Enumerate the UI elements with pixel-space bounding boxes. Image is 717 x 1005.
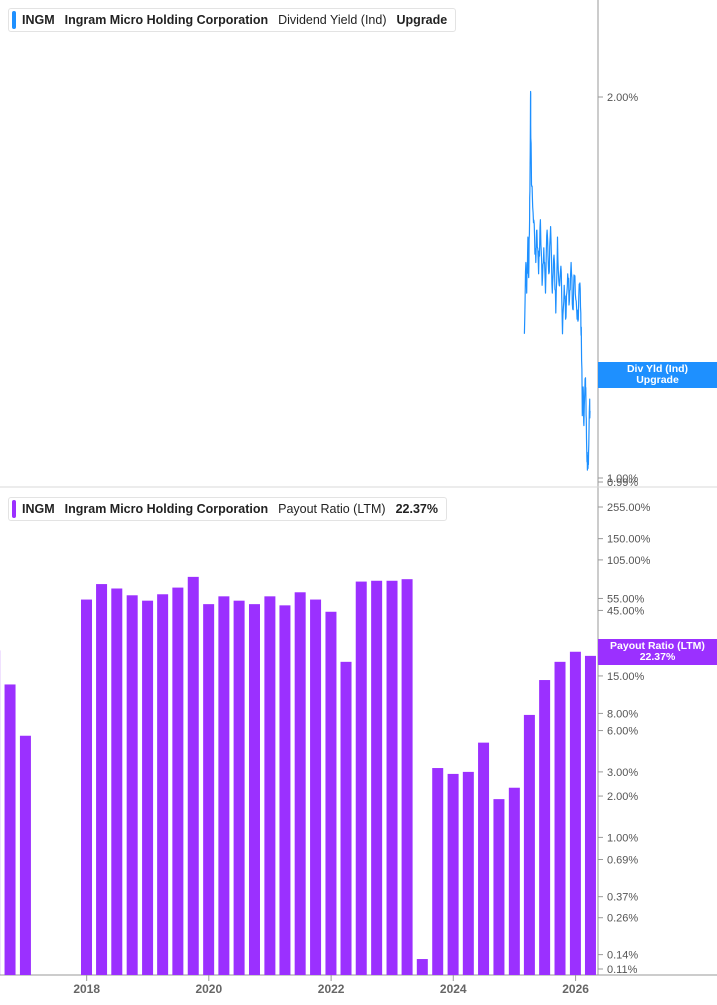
legend-metric: Payout Ratio (LTM) (278, 502, 386, 516)
y-tick-label: 6.00% (607, 726, 638, 738)
y-tick-label: 45.00% (607, 605, 645, 617)
payout-series-swatch (12, 500, 16, 518)
flag-value: 22.37% (639, 651, 676, 663)
x-tick-label: 2018 (73, 982, 100, 996)
y-tick-label: 0.99% (607, 477, 638, 489)
payout-bar (218, 596, 230, 975)
y-tick-label: 0.11% (607, 964, 638, 976)
y-tick-label: 55.00% (607, 593, 645, 605)
payout-bar (111, 588, 123, 975)
payout-bar (371, 580, 383, 975)
y-tick-label: 2.00% (607, 791, 638, 803)
legend-company: Ingram Micro Holding Corporation (64, 502, 269, 516)
y-tick-label: 0.26% (607, 913, 638, 925)
payout-bar (355, 581, 367, 975)
payout-bar (96, 584, 108, 975)
y-tick-label: 2.00% (607, 92, 638, 104)
y-tick-label: 105.00% (607, 555, 651, 567)
payout-bar (203, 604, 215, 975)
bottom-legend: INGM Ingram Micro Holding Corporation Pa… (8, 497, 447, 521)
flag-value: Upgrade (636, 374, 679, 386)
legend-symbol: INGM (22, 502, 55, 516)
payout-bar (462, 771, 474, 975)
y-tick-label: 150.00% (607, 534, 651, 546)
x-tick-label: 2026 (562, 982, 589, 996)
payout-bar (248, 604, 260, 975)
payout-bar (508, 787, 520, 975)
payout-bar (19, 735, 31, 975)
payout-bar (416, 959, 428, 975)
payout-bar (539, 680, 551, 975)
y-tick-label: 3.00% (607, 767, 638, 779)
y-tick-label: 0.69% (607, 855, 638, 867)
payout-bar (584, 655, 596, 975)
top-legend: INGM Ingram Micro Holding Corporation Di… (8, 8, 457, 32)
payout-bar (187, 576, 199, 975)
y-tick-label: 15.00% (607, 671, 645, 683)
y-tick-label: 0.37% (607, 892, 638, 904)
upgrade-link[interactable]: Upgrade (397, 13, 448, 27)
payout-bar (386, 580, 398, 975)
payout-bar (81, 599, 93, 975)
payout-bar (432, 768, 444, 975)
payout-bar (172, 587, 184, 975)
payout-bar (447, 773, 459, 975)
payout-bar (569, 651, 581, 975)
x-tick-label: 2024 (440, 982, 467, 996)
y-tick-label: 255.00% (607, 502, 651, 514)
payout-bar (264, 596, 276, 975)
payout-bar (157, 594, 169, 975)
dividend-yield-flag[interactable]: Div Yld (Ind) Upgrade (598, 362, 717, 388)
payout-bar (279, 605, 291, 975)
y-tick-label: 8.00% (607, 708, 638, 720)
payout-bar (310, 599, 322, 975)
payout-bar (401, 579, 413, 975)
x-tick-label: 2022 (318, 982, 345, 996)
dividend-yield-line (523, 90, 591, 471)
legend-company: Ingram Micro Holding Corporation (64, 13, 269, 27)
payout-bar (523, 714, 535, 975)
payout-bar (142, 600, 154, 975)
payout-bar (340, 661, 352, 975)
y-tick-label: 1.00% (607, 832, 638, 844)
x-tick-label: 2020 (195, 982, 222, 996)
payout-bar (126, 595, 138, 975)
payout-ratio-flag: Payout Ratio (LTM) 22.37% (598, 639, 717, 665)
dividend-series-swatch (12, 11, 16, 29)
legend-value: 22.37% (395, 502, 438, 516)
payout-bar (493, 799, 505, 975)
payout-bar (478, 742, 490, 975)
y-tick-label: 0.14% (607, 950, 638, 962)
legend-symbol: INGM (22, 13, 55, 27)
payout-bar (554, 661, 566, 975)
payout-bar (233, 600, 245, 975)
payout-bar (325, 611, 337, 975)
payout-bar (4, 684, 16, 975)
legend-metric: Dividend Yield (Ind) (278, 13, 387, 27)
payout-bar (294, 592, 306, 975)
